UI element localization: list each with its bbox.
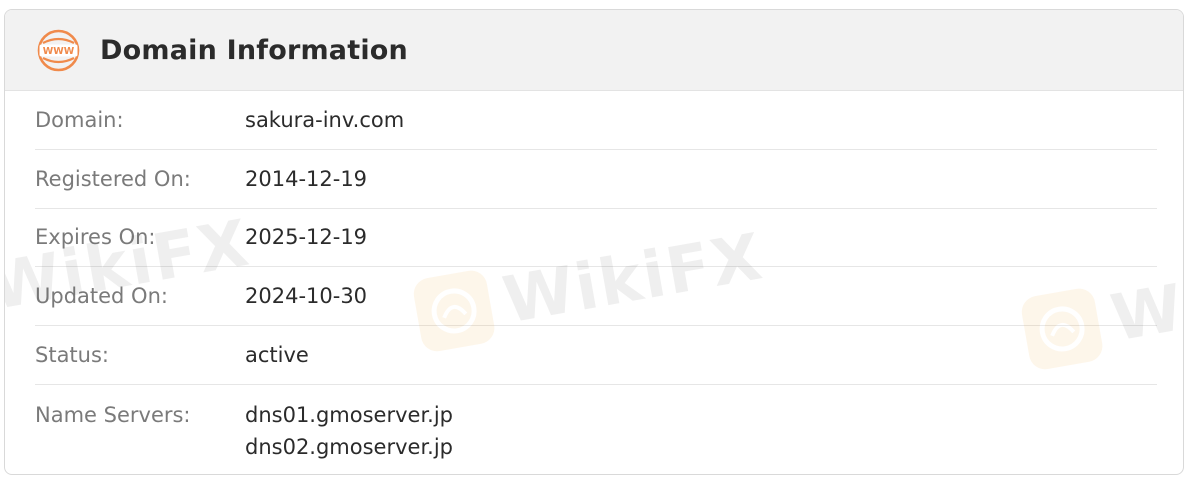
updated-on-value: 2024-10-30 <box>245 284 368 309</box>
status-value: active <box>245 343 309 368</box>
expires-on-label: Expires On: <box>35 225 156 250</box>
row-updated-on: Updated On: 2024-10-30 <box>35 267 1157 327</box>
row-status: Status: active <box>35 326 1157 385</box>
info-rows: Domain: sakura-inv.com Registered On: 20… <box>5 91 1183 463</box>
expires-on-value: 2025-12-19 <box>245 225 368 250</box>
name-server-2: dns02.gmoserver.jp <box>245 434 454 459</box>
name-servers-list: dns01.gmoserver.jp dns02.gmoserver.jp <box>245 399 453 463</box>
domain-label: Domain: <box>35 107 124 132</box>
row-registered-on: Registered On: 2014-12-19 <box>35 150 1157 209</box>
svg-text:WWW: WWW <box>43 46 75 57</box>
name-servers-label: Name Servers: <box>35 402 191 427</box>
registered-on-label: Registered On: <box>35 166 191 191</box>
row-expires-on: Expires On: 2025-12-19 <box>35 209 1157 268</box>
domain-information-card: WWW Domain Information Domain: sakura-in… <box>4 9 1184 475</box>
updated-on-label: Updated On: <box>35 284 168 309</box>
card-header: WWW Domain Information <box>5 10 1183 91</box>
status-label: Status: <box>35 343 109 368</box>
domain-value: sakura-inv.com <box>245 107 405 132</box>
name-server-1: dns01.gmoserver.jp <box>245 402 454 427</box>
card-title: Domain Information <box>100 34 408 66</box>
registered-on-value: 2014-12-19 <box>245 166 368 191</box>
row-domain: Domain: sakura-inv.com <box>35 91 1157 150</box>
row-name-servers: Name Servers: dns01.gmoserver.jp dns02.g… <box>35 385 1157 463</box>
www-globe-icon: WWW <box>37 29 80 72</box>
